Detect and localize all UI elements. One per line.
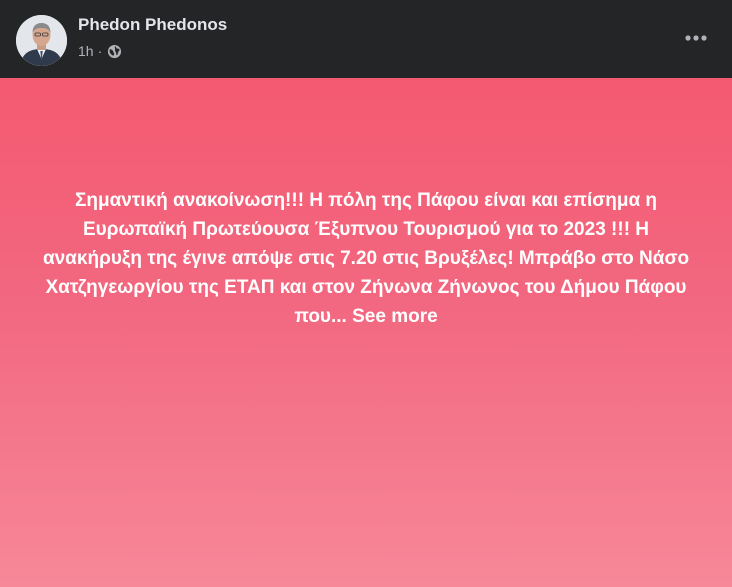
author-avatar[interactable]: [16, 15, 67, 66]
more-options-icon: [685, 35, 707, 41]
post-timestamp[interactable]: 1h: [78, 43, 94, 59]
post-body: Σημαντική ανακοίνωση!!! Η πόλη της Πάφου…: [40, 186, 692, 331]
meta-separator: ·: [97, 43, 103, 59]
post-background: [0, 78, 732, 587]
post-meta: 1h ·: [78, 43, 122, 59]
see-more-link[interactable]: See more: [352, 306, 438, 327]
facebook-post: Phedon Phedonos 1h · Σημαντική ανακοίνωσ…: [0, 0, 732, 587]
globe-icon[interactable]: [107, 44, 122, 59]
post-header: Phedon Phedonos 1h ·: [0, 0, 732, 78]
author-name[interactable]: Phedon Phedonos: [78, 15, 227, 35]
avatar-photo: [16, 15, 67, 66]
more-options-button[interactable]: [678, 23, 714, 53]
